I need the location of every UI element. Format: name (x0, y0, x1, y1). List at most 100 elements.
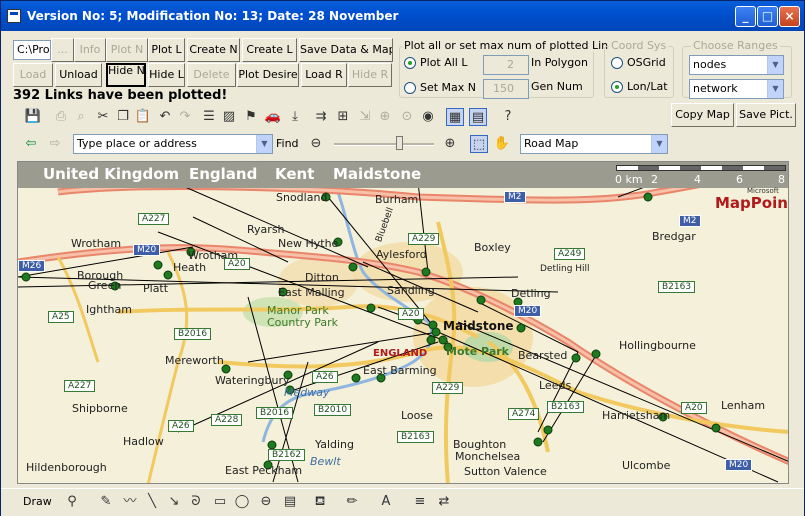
draw-menu[interactable]: Draw (23, 495, 52, 508)
place-label: Ightham (86, 303, 132, 316)
create-n-button[interactable]: Create N (187, 38, 240, 62)
range1-value: nodes (693, 58, 727, 71)
zoom-in-icon[interactable]: ⊕ (441, 135, 459, 153)
browse-button[interactable]: ... (51, 38, 74, 62)
find-nearby-icon[interactable]: ⊕ (376, 108, 394, 126)
range2-select[interactable]: network ▼ (689, 79, 784, 99)
set-max-radio[interactable] (404, 82, 416, 94)
range2-value: network (693, 82, 738, 95)
locate-icon[interactable]: ◉ (419, 108, 437, 126)
car-icon[interactable]: 🚗 (264, 108, 282, 126)
road-shield: A20 (398, 308, 424, 320)
save-pict-button[interactable]: Save Pict. (736, 103, 796, 127)
forward-icon[interactable]: ⇨ (46, 135, 64, 153)
line-icon[interactable]: ╲ (143, 493, 161, 511)
load-r-button[interactable]: Load R (301, 63, 347, 87)
print-icon[interactable]: ⎙ (52, 108, 70, 126)
highlighter-icon[interactable]: ✎ (97, 493, 115, 511)
save-icon[interactable]: 💾 (24, 108, 42, 126)
breadcrumb-item[interactable]: Maidstone (333, 165, 421, 183)
hide-l-button[interactable]: Hide L (148, 63, 185, 87)
gen-num-input[interactable]: 150 (483, 79, 529, 99)
place-label: Monchelsea (455, 450, 521, 463)
road-shield: B2163 (658, 281, 696, 293)
arrow-style-icon[interactable]: ⇄ (435, 493, 453, 511)
minimize-button[interactable]: _ (735, 6, 756, 27)
oval-icon[interactable]: ◯ (233, 493, 251, 511)
delete-button[interactable]: Delete (187, 63, 236, 87)
address-search-input[interactable]: Type place or address ▼ (73, 134, 273, 154)
line-style-icon[interactable]: ≡ (411, 493, 429, 511)
zoom-out-icon[interactable]: ⊖ (307, 135, 325, 153)
osgrid-label: OSGrid (627, 56, 666, 69)
copy-icon[interactable]: ❐ (114, 108, 132, 126)
arrow-icon[interactable]: ↘ (165, 493, 183, 511)
place-label: Maidstone (443, 319, 514, 333)
route-icon[interactable]: ⚑ (242, 108, 260, 126)
maximize-button[interactable]: □ (757, 6, 778, 27)
breadcrumb-item[interactable]: United Kingdom (43, 165, 179, 183)
import-icon[interactable]: ⤓ (286, 108, 304, 126)
save-data-map-button[interactable]: Save Data & Map (299, 38, 393, 62)
map-toolbar: 💾 ⎙ ⌕ ✂ ❐ 📋 ↶ ↷ ☰ ▨ ⚑ 🚗 ⤓ ⇉ ⊞ ⇲ ⊕ ⊙ ◉ ▦ … (14, 105, 668, 157)
fill-color-icon[interactable]: ⛾ (311, 493, 329, 511)
export-icon[interactable]: ⇲ (356, 108, 374, 126)
freeform-icon[interactable]: 〰 (121, 493, 139, 511)
road-shield: B2016 (256, 407, 294, 419)
plot-desire-button[interactable]: Plot Desire (237, 63, 299, 87)
breadcrumb-item[interactable]: Kent (275, 165, 314, 183)
plot-n-button[interactable]: Plot N (106, 38, 148, 62)
path-input[interactable]: C:\Prog (13, 40, 51, 60)
breadcrumb-item[interactable]: England (189, 165, 257, 183)
osgrid-radio[interactable] (611, 57, 623, 69)
redo-icon[interactable]: ↷ (176, 108, 194, 126)
rectangle-icon[interactable]: ▭ (211, 493, 229, 511)
copy-map-button[interactable]: Copy Map (671, 103, 734, 127)
territories-icon[interactable]: ⊞ (334, 108, 352, 126)
hide-r-button[interactable]: Hide R (348, 63, 392, 87)
scribble-icon[interactable]: ᘐ (187, 493, 205, 511)
print-preview-icon[interactable]: ⌕ (72, 108, 90, 126)
font-color-icon[interactable]: A (377, 493, 395, 511)
symbol-icon[interactable]: ⊙ (398, 108, 416, 126)
unload-button[interactable]: Unload (55, 63, 102, 87)
map-style-icon[interactable]: ▦ (446, 108, 464, 126)
paste-icon[interactable]: 📋 (134, 108, 152, 126)
road-shield: A274 (508, 408, 540, 420)
plot-l-button[interactable]: Plot L (148, 38, 185, 62)
zoom-slider[interactable] (334, 143, 434, 146)
back-icon[interactable]: ⇦ (22, 135, 40, 153)
place-label: East Barming (363, 364, 437, 377)
map-view[interactable]: United Kingdom England Kent Maidstone 0 … (17, 161, 789, 484)
help-icon[interactable]: ? (499, 108, 517, 126)
chevron-down-icon: ▼ (767, 80, 783, 98)
pushpin-icon[interactable]: ⚲ (63, 493, 81, 511)
radius-circle-icon[interactable]: ⊖ (257, 493, 275, 511)
legend-icon[interactable]: ☰ (200, 108, 218, 126)
add-data-icon[interactable]: ⇉ (312, 108, 330, 126)
create-l-button[interactable]: Create L (242, 38, 297, 62)
range1-select[interactable]: nodes ▼ (689, 55, 784, 75)
text-box-icon[interactable]: ▤ (281, 493, 299, 511)
line-color-icon[interactable]: ✏ (343, 493, 361, 511)
cut-icon[interactable]: ✂ (94, 108, 112, 126)
info-button[interactable]: Info (74, 38, 106, 62)
place-label: Yalding (315, 438, 354, 451)
load-button[interactable]: Load (13, 63, 53, 87)
hide-n-button[interactable]: Hide N (106, 63, 146, 87)
in-polygon-input[interactable]: 2 (483, 55, 529, 75)
highlight-icon[interactable]: ▨ (220, 108, 238, 126)
select-tool-icon[interactable]: ⬚ (470, 135, 488, 153)
lonlat-radio[interactable] (611, 81, 623, 93)
pan-hand-icon[interactable]: ✋ (493, 135, 511, 153)
undo-icon[interactable]: ↶ (156, 108, 174, 126)
close-button[interactable]: × (779, 6, 800, 27)
place-label: Platt (143, 282, 169, 295)
road-shield: A228 (211, 414, 243, 426)
zoom-slider-handle[interactable] (396, 136, 403, 150)
map-style-select[interactable]: Road Map ▼ (520, 134, 668, 154)
find-button[interactable]: Find (276, 137, 299, 150)
overview-icon[interactable]: ▤ (469, 108, 487, 126)
road-shield: A249 (554, 248, 586, 260)
plot-all-radio[interactable] (404, 57, 416, 69)
